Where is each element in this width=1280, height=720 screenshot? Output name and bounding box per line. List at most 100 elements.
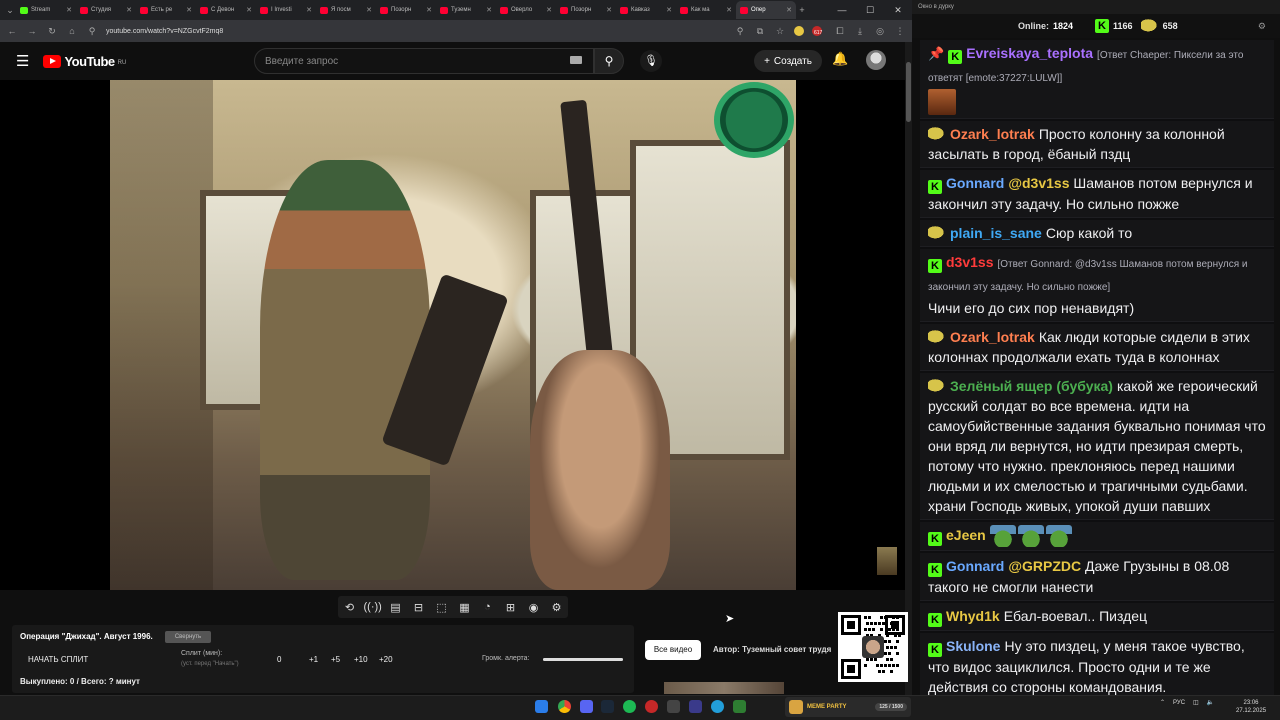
browser-tab[interactable]: Как ма ✕	[676, 1, 736, 19]
tray-chevron-icon[interactable]: ⌃	[1160, 699, 1165, 706]
browser-tab[interactable]: Я посм ✕	[316, 1, 376, 19]
side-thumbnail[interactable]	[877, 547, 897, 575]
tab-list-icon[interactable]: ⌄	[4, 5, 16, 16]
chat-message[interactable]: K Gonnard @GRPZDC Даже Грузыны в 08.08 так…	[920, 553, 1274, 602]
chat-message[interactable]: K Gonnard @d3v1ss Шаманов потом вернулся и…	[920, 170, 1274, 218]
close-window-icon[interactable]: ✕	[884, 5, 912, 16]
browser-tab[interactable]: Позорн ✕	[376, 1, 436, 19]
player-tool-icon[interactable]: ▦	[456, 601, 474, 614]
chat-username[interactable]: Ozark_lotrak	[950, 126, 1035, 142]
start-icon[interactable]	[535, 700, 548, 713]
tab-close-icon[interactable]: ✕	[726, 6, 732, 14]
chrome-icon[interactable]	[558, 700, 571, 713]
avatar[interactable]	[866, 50, 886, 70]
split-value-button[interactable]: +5	[331, 655, 340, 664]
chat-message[interactable]: KeJeen	[920, 522, 1274, 552]
tab-close-icon[interactable]: ✕	[666, 6, 672, 14]
chat-message[interactable]: plain_is_sane Сюр какой то	[920, 220, 1274, 247]
chat-username[interactable]: d3v1ss	[946, 254, 993, 270]
start-split-button[interactable]: НАЧАТЬ СПЛИТ	[28, 655, 88, 664]
notifications-icon[interactable]: 🔔	[832, 51, 848, 67]
page-scrollbar[interactable]	[905, 42, 912, 702]
split-value-button[interactable]: 0	[277, 655, 281, 664]
forward-icon[interactable]: →	[26, 26, 38, 36]
tab-close-icon[interactable]: ✕	[66, 6, 72, 14]
tab-close-icon[interactable]: ✕	[426, 6, 432, 14]
new-tab-icon[interactable]: +	[796, 5, 808, 15]
voice-search-button[interactable]: 🎙	[640, 50, 662, 72]
keyboard-icon[interactable]	[570, 56, 582, 64]
browser-tab[interactable]: I Investi ✕	[256, 1, 316, 19]
tab-close-icon[interactable]: ✕	[546, 6, 552, 14]
discord-icon[interactable]	[580, 700, 593, 713]
player-tool-icon[interactable]: ⟲	[341, 601, 359, 614]
app-icon[interactable]	[733, 700, 746, 713]
chat-message[interactable]: K Skulone Ну это пиздец, у меня такое чувс…	[920, 633, 1274, 695]
back-icon[interactable]: ←	[6, 26, 18, 36]
spotify-icon[interactable]	[623, 700, 636, 713]
language-indicator[interactable]: РУС	[1173, 700, 1185, 706]
youtube-logo[interactable]: YouTube RU	[43, 54, 126, 69]
chat-username[interactable]: Evreiskaya_teplota	[966, 45, 1093, 61]
player-tool-icon[interactable]: ((·))	[364, 601, 382, 613]
create-button[interactable]: + Создать	[754, 50, 822, 72]
minimize-icon[interactable]: —	[828, 5, 856, 15]
chat-username[interactable]: eJeen	[946, 527, 986, 543]
split-value-button[interactable]: +1	[309, 655, 318, 664]
extension-icon[interactable]	[794, 26, 804, 36]
chat-message[interactable]: 📌 K Evreiskaya_teplota [Ответ Chaeper: Пикс…	[920, 40, 1274, 119]
telegram-icon[interactable]	[711, 700, 724, 713]
browser-tab[interactable]: Кавказ ✕	[616, 1, 676, 19]
tab-close-icon[interactable]: ✕	[786, 6, 792, 14]
scrollbar-thumb[interactable]	[906, 62, 911, 122]
media-icon[interactable]	[689, 700, 702, 713]
home-icon[interactable]: ⌂	[66, 26, 78, 36]
split-value-button[interactable]: +20	[379, 655, 393, 664]
chat-message[interactable]: K Whyd1k Ебал-воевал.. Пиздец	[920, 603, 1274, 632]
player-tool-icon[interactable]: ◉	[525, 601, 543, 614]
steam-icon[interactable]	[601, 700, 614, 713]
download-icon[interactable]: ⤓	[854, 26, 866, 37]
chat-message[interactable]: Ozark_lotrak Просто колонну за колонной з…	[920, 121, 1274, 168]
chat-message[interactable]: Kd3v1ss [Ответ Gonnard: @d3v1ss Шаманов п…	[920, 249, 1274, 322]
player-tool-icon[interactable]: ▤	[387, 601, 405, 614]
chat-settings-icon[interactable]: ⚙	[1258, 21, 1266, 32]
tab-close-icon[interactable]: ✕	[486, 6, 492, 14]
tab-close-icon[interactable]: ✕	[606, 6, 612, 14]
reload-icon[interactable]: ↻	[46, 26, 58, 37]
search-button[interactable]: ⚲	[594, 48, 624, 74]
chat-username[interactable]: Gonnard	[946, 175, 1004, 191]
tab-close-icon[interactable]: ✕	[306, 6, 312, 14]
browser-tab[interactable]: Туземн ✕	[436, 1, 496, 19]
extension-badge-icon[interactable]: 617	[812, 26, 826, 36]
player-tool-icon[interactable]: ◔	[479, 601, 497, 613]
chat-message[interactable]: Ozark_lotrak Как люди которые сидели в эт…	[920, 324, 1274, 371]
chat-feed[interactable]: 📌 K Evreiskaya_teplota [Ответ Chaeper: Пикс…	[920, 40, 1274, 695]
tab-close-icon[interactable]: ✕	[126, 6, 132, 14]
profile-icon[interactable]: ◎	[874, 26, 886, 37]
all-videos-button[interactable]: Все видео	[645, 640, 701, 660]
menu-dots-icon[interactable]: ⋮	[894, 26, 906, 37]
clock[interactable]: 23:06 27.12.2025	[1236, 699, 1266, 715]
zoom-icon[interactable]: ⚲	[734, 26, 746, 37]
player-tool-icon[interactable]: ⬚	[433, 601, 451, 614]
browser-tab[interactable]: Есть ре ✕	[136, 1, 196, 19]
url-field[interactable]: youtube.com/watch?v=NZGcvtF2mq8	[106, 28, 726, 35]
bookmark-icon[interactable]: ☆	[774, 26, 786, 37]
browser-tab[interactable]: Студия ✕	[76, 1, 136, 19]
site-info-icon[interactable]: ⚲	[86, 26, 98, 37]
chat-message[interactable]: Зелёный ящер (бубука) какой же героически…	[920, 373, 1274, 520]
chat-username[interactable]: plain_is_sane	[950, 225, 1042, 241]
chat-username[interactable]: Gonnard	[946, 558, 1004, 574]
tab-close-icon[interactable]: ✕	[366, 6, 372, 14]
install-icon[interactable]: ⧉	[754, 26, 766, 37]
browser-tab[interactable]: Опер ✕	[736, 1, 796, 19]
tab-close-icon[interactable]: ✕	[186, 6, 192, 14]
chat-username[interactable]: Зелёный ящер (бубука)	[950, 378, 1113, 394]
meme-party-widget[interactable]: MEME PARTY 125 / 1500	[785, 697, 911, 717]
extensions-icon[interactable]: ⧠	[834, 26, 846, 37]
chat-username[interactable]: Skulone	[946, 638, 1000, 654]
browser-tab[interactable]: Оверло ✕	[496, 1, 556, 19]
chat-username[interactable]: Whyd1k	[946, 608, 1000, 624]
app-icon[interactable]	[667, 700, 680, 713]
